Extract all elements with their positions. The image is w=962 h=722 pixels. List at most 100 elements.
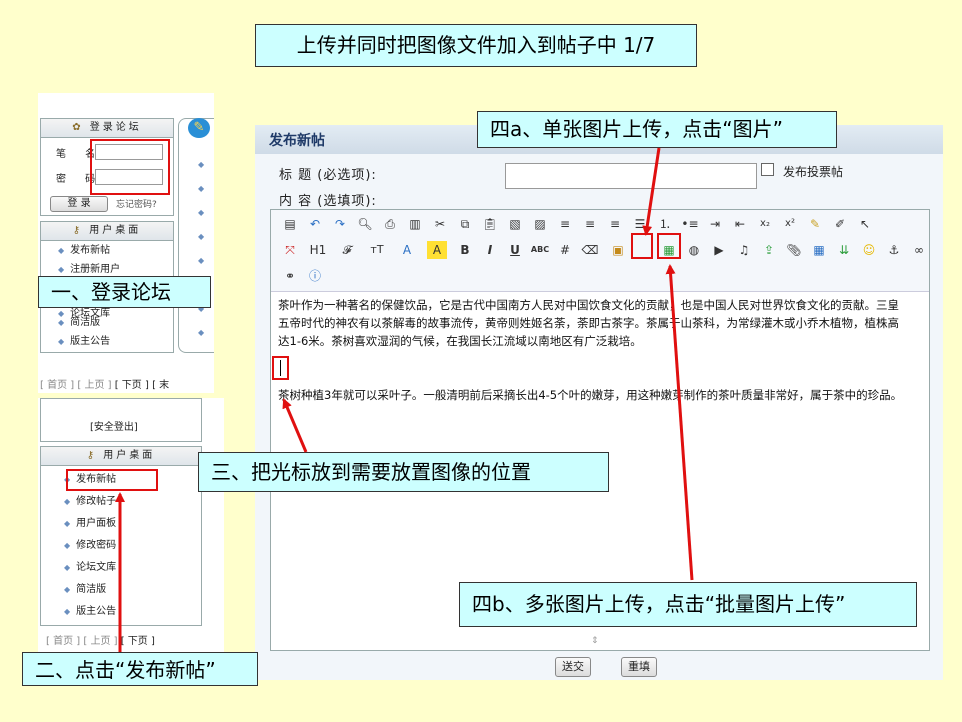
redo-icon[interactable]: ↷ bbox=[331, 215, 349, 233]
menu-item-user-panel[interactable]: ◆ 用户面板 bbox=[64, 514, 116, 533]
form-title: 发布新帖 bbox=[269, 133, 325, 149]
resize-handle-icon[interactable]: ⇕ bbox=[591, 636, 599, 646]
menu-item-change-password[interactable]: ◆ 修改密码 bbox=[64, 536, 116, 555]
reset-button[interactable]: 重填 bbox=[621, 657, 657, 677]
login-header: ✿ 登录论坛 bbox=[40, 118, 174, 138]
highlight-dropdown[interactable]: A bbox=[427, 241, 447, 259]
copy-icon[interactable]: ⧉ bbox=[456, 215, 474, 233]
pager-prev[interactable]: [ 上页 ] bbox=[83, 636, 117, 647]
pager-first[interactable]: [ 首页 ] bbox=[40, 380, 74, 391]
forgot-password-link[interactable]: 忘记密码? bbox=[116, 197, 157, 210]
unordered-list-icon[interactable]: •≡ bbox=[681, 215, 699, 233]
link-icon[interactable]: ∞ bbox=[910, 241, 928, 259]
login-highlight-box bbox=[90, 139, 170, 195]
undo-icon[interactable]: ↶ bbox=[306, 215, 324, 233]
bold-button[interactable]: B bbox=[456, 241, 474, 259]
bullet-icon: ◆ bbox=[58, 318, 65, 327]
music-icon[interactable]: ♫ bbox=[735, 241, 753, 259]
indent-icon[interactable]: ⇥ bbox=[706, 215, 724, 233]
select-all-icon[interactable]: ✐ bbox=[831, 215, 849, 233]
pager-prev[interactable]: [ 上页 ] bbox=[77, 380, 111, 391]
callout-login: 一、登录论坛 bbox=[38, 276, 211, 308]
bullet-icon: ◆ bbox=[64, 519, 71, 528]
bullet-icon: ◆ bbox=[58, 246, 65, 255]
eraser-icon[interactable]: ⌫ bbox=[581, 241, 599, 259]
desk-header-top: ⚷ 用户桌面 bbox=[40, 221, 174, 241]
align-right-icon[interactable]: ≡ bbox=[606, 215, 624, 233]
menu-item-mod-notice-top[interactable]: ◆ 版主公告 bbox=[58, 332, 110, 351]
align-justify-icon[interactable]: ☰ bbox=[631, 215, 649, 233]
attachment-icon[interactable]: 📎︎ bbox=[785, 241, 803, 259]
media-icon[interactable]: ▶ bbox=[710, 241, 728, 259]
cut-icon[interactable]: ✂ bbox=[431, 215, 449, 233]
align-left-icon[interactable]: ≡ bbox=[556, 215, 574, 233]
menu-item-library[interactable]: ◆ 论坛文库 bbox=[64, 558, 116, 577]
underline-button[interactable]: U bbox=[506, 241, 524, 259]
hr-icon[interactable]: ⇊ bbox=[835, 241, 853, 259]
bullet-icon: ◆ bbox=[64, 585, 71, 594]
subject-label: 标 题 (必选项): bbox=[279, 168, 377, 183]
ordered-list-icon[interactable]: ⒈ bbox=[656, 215, 674, 233]
italic-button[interactable]: I bbox=[481, 241, 499, 259]
paste-word-icon[interactable]: ▨ bbox=[531, 215, 549, 233]
callout-click-new-post: 二、点击“发布新帖” bbox=[22, 652, 258, 686]
editor-paragraph-1[interactable]: 茶叶作为一种著名的保健饮品，它是古代中国南方人民对中国饮食文化的贡献，也是中国人… bbox=[278, 296, 908, 350]
logout-link[interactable]: [安全登出] bbox=[90, 418, 138, 433]
menu-item-simple[interactable]: ◆ 简洁版 bbox=[64, 580, 106, 599]
font-color-dropdown[interactable]: A bbox=[397, 241, 417, 259]
bullet-icon: ◆ bbox=[64, 497, 71, 506]
font-dropdown[interactable]: 𝓕 bbox=[335, 241, 359, 259]
pager-last[interactable]: [ 末 bbox=[152, 380, 169, 391]
menu-item-new-post-top[interactable]: ◆ 发布新帖 bbox=[58, 241, 110, 260]
align-center-icon[interactable]: ≡ bbox=[581, 215, 599, 233]
text-cursor bbox=[280, 360, 281, 376]
side-column bbox=[178, 118, 214, 353]
menu-item-simple-top[interactable]: ◆ 简洁版 bbox=[58, 313, 100, 332]
template-icon[interactable]: ▥ bbox=[406, 215, 424, 233]
poll-checkbox[interactable] bbox=[761, 163, 774, 176]
poll-checkbox-label: 发布投票帖 bbox=[783, 165, 844, 179]
pager-next[interactable]: [ 下页 ] bbox=[115, 380, 149, 391]
emoticon-icon[interactable]: ☺ bbox=[860, 241, 878, 259]
table-icon[interactable]: ▦ bbox=[810, 241, 828, 259]
help-icon[interactable]: ⓘ bbox=[306, 267, 324, 285]
preview-icon[interactable]: 🔍︎ bbox=[356, 215, 374, 233]
flash-icon[interactable]: ◍ bbox=[685, 241, 703, 259]
login-header-icon: ✿ bbox=[72, 122, 84, 133]
subject-input[interactable] bbox=[505, 163, 757, 189]
paste-icon[interactable]: 📋︎ bbox=[481, 215, 499, 233]
anchor-icon[interactable]: ⚓ bbox=[885, 241, 903, 259]
bullet-icon: ◆ bbox=[64, 607, 71, 616]
side-bullets: ◆◆◆◆◆◆◆◆ bbox=[198, 160, 205, 337]
fullscreen-icon[interactable]: ⤧ bbox=[281, 241, 299, 259]
font-size-dropdown[interactable]: тT bbox=[365, 241, 389, 259]
pager-first[interactable]: [ 首页 ] bbox=[46, 636, 80, 647]
image-icon[interactable]: ▣ bbox=[609, 241, 627, 259]
pager-top: [ 首页 ] [ 上页 ] [ 下页 ] [ 末 bbox=[40, 376, 169, 391]
paste-text-icon[interactable]: ▧ bbox=[506, 215, 524, 233]
source-icon[interactable]: ▤ bbox=[281, 215, 299, 233]
heading-dropdown[interactable]: H1 bbox=[305, 241, 331, 259]
upload-icon[interactable]: ⇪ bbox=[760, 241, 778, 259]
subscript-icon[interactable]: x₂ bbox=[756, 215, 774, 233]
clear-format-icon[interactable]: ✎ bbox=[806, 215, 824, 233]
pager-next[interactable]: [ 下页 ] bbox=[121, 636, 155, 647]
image-highlight-box bbox=[631, 233, 653, 259]
login-panel: ✿ 登录论坛 笔 名 密 码 登 录 忘记密码? ⚷ 用户桌面 ◆ 发布新帖 ◆ 注… bbox=[38, 93, 214, 393]
unlink-icon[interactable]: ⚭ bbox=[281, 267, 299, 285]
table-grid-icon[interactable]: # bbox=[556, 241, 574, 259]
spellcheck-button[interactable]: ABC bbox=[529, 241, 551, 259]
user-panel: [安全登出] ⚷ 用户桌面 ◆ 发布新帖 ◆ 修改帖子 ◆ 用户面板 ◆ 修改密码 ◆ 论… bbox=[38, 398, 224, 653]
pointer-icon[interactable]: ↖ bbox=[856, 215, 874, 233]
superscript-icon[interactable]: x² bbox=[781, 215, 799, 233]
menu-item-mod-notice[interactable]: ◆ 版主公告 bbox=[64, 602, 116, 621]
submit-button[interactable]: 送交 bbox=[555, 657, 591, 677]
login-button[interactable]: 登 录 bbox=[50, 196, 108, 212]
editor-paragraph-2[interactable]: 茶树种植3年就可以采叶子。一般清明前后采摘长出4-5个叶的嫩芽，用这种嫩芽制作的… bbox=[278, 386, 908, 404]
outdent-icon[interactable]: ⇤ bbox=[731, 215, 749, 233]
new-post-highlight-box bbox=[66, 469, 158, 491]
pencil-icon: ✎ bbox=[188, 118, 210, 138]
print-icon[interactable]: ⎙ bbox=[381, 215, 399, 233]
bullet-icon: ◆ bbox=[64, 563, 71, 572]
menu-item-edit-post[interactable]: ◆ 修改帖子 bbox=[64, 492, 116, 511]
